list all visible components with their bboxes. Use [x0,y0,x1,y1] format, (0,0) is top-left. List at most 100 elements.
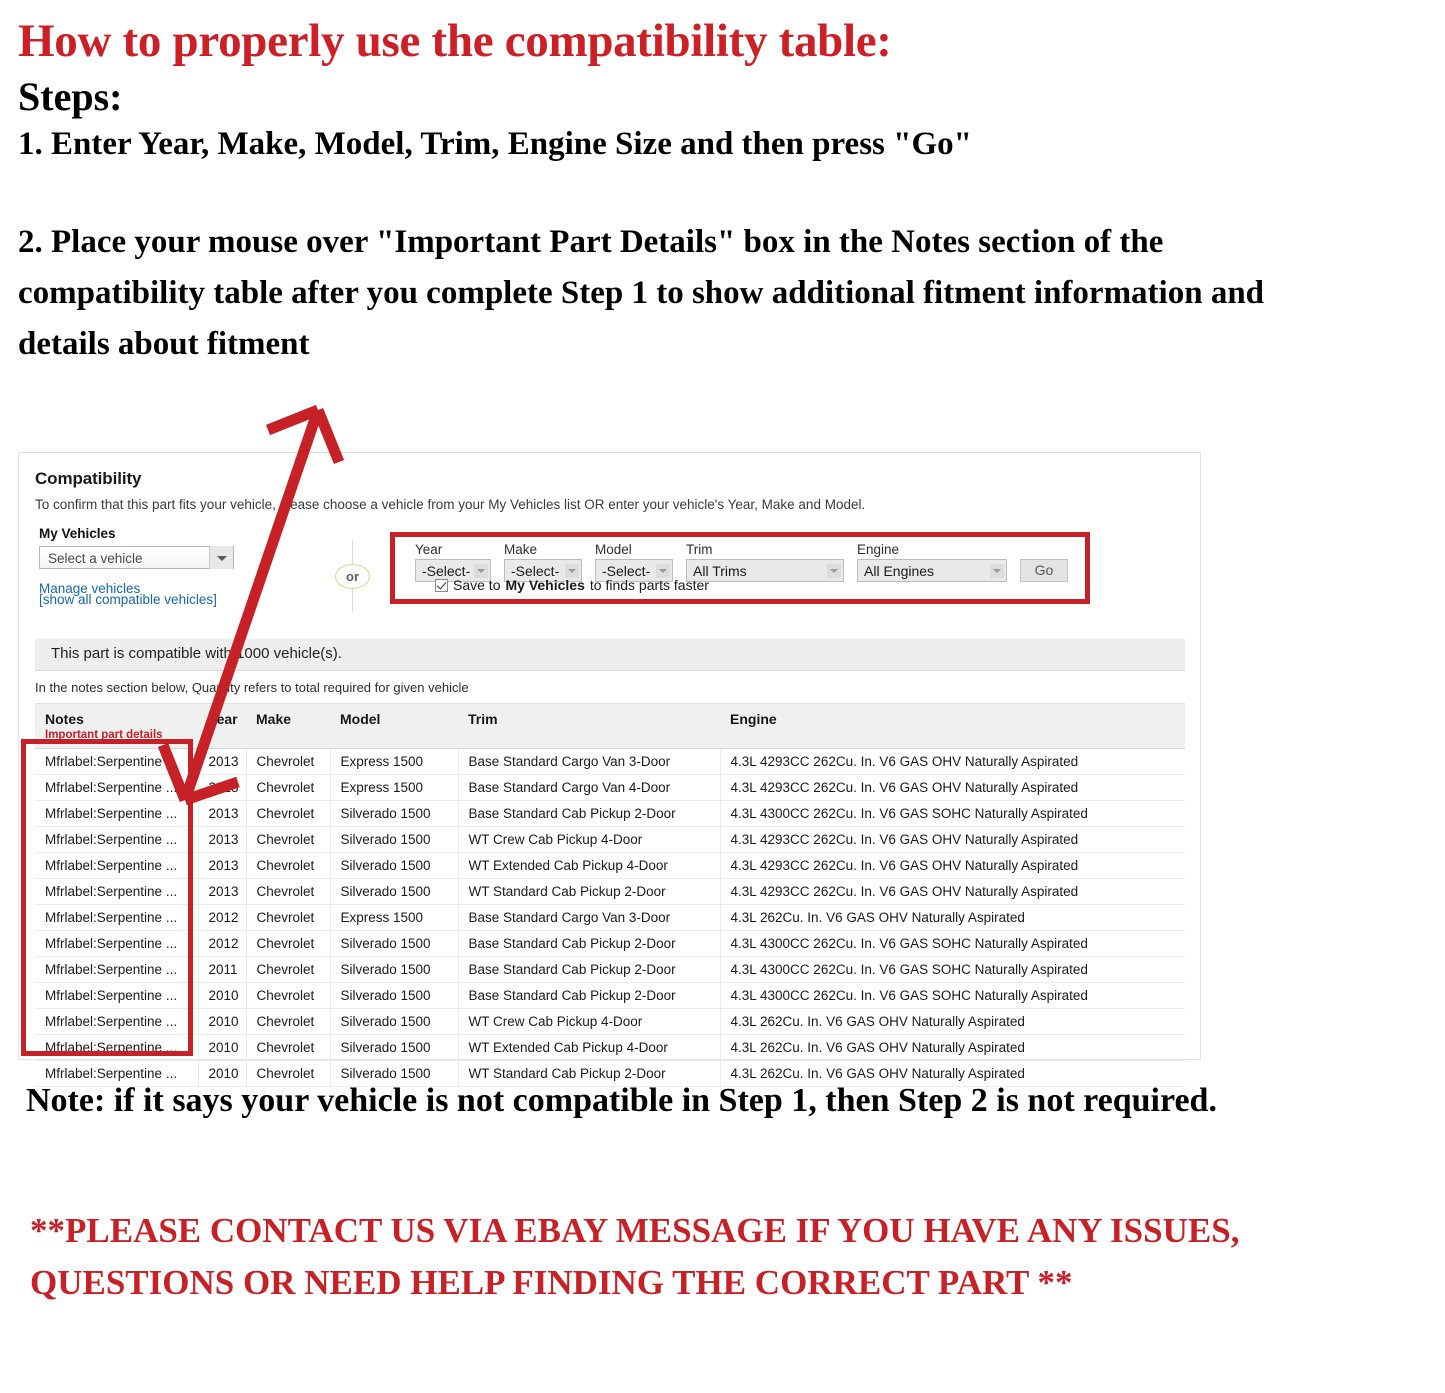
cell-year: 2013 [197,878,246,905]
cell-trim: Base Standard Cab Pickup 2-Door [457,956,720,983]
trim-select[interactable]: All Trims [686,559,844,582]
col-header-notes-label: Notes [45,711,84,727]
cell-engine: 4.3L 4293CC 262Cu. In. V6 GAS OHV Natura… [719,774,1185,801]
engine-label: Engine [857,542,900,557]
cell-engine: 4.3L 262Cu. In. V6 GAS OHV Naturally Asp… [719,1008,1185,1035]
cell-trim: WT Standard Cab Pickup 2-Door [457,878,720,905]
save-bold-label: My Vehicles [505,577,585,593]
save-suffix-label: to finds parts faster [589,577,709,593]
cell-make: Chevrolet [245,826,330,853]
table-row: Mfrlabel:Serpentine ... 2013 Chevrolet Expr… [35,774,1185,801]
cell-notes[interactable]: Mfrlabel:Serpentine ... [35,904,198,931]
table-row: Mfrlabel:Serpentine ... 2013 Chevrolet Silv… [35,852,1185,879]
col-header-notes[interactable]: Notes Important part details [35,703,198,749]
table-row: Mfrlabel:Serpentine ... 2010 Chevrolet Silv… [35,1008,1185,1035]
compatibility-panel: Compatibility To confirm that this part … [18,452,1201,1087]
step-2-text: 2. Place your mouse over "Important Part… [18,224,1265,363]
cell-model: Express 1500 [329,904,458,931]
table-row: Mfrlabel:Serpentine ... 2013 Chevrolet Silv… [35,826,1185,853]
cell-make: Chevrolet [245,1008,330,1035]
cell-trim: Base Standard Cargo Van 3-Door [457,904,720,931]
cell-notes[interactable]: Mfrlabel:Serpentine ... [35,930,198,957]
cell-trim: WT Crew Cab Pickup 4-Door [457,1008,720,1035]
cell-trim: WT Crew Cab Pickup 4-Door [457,826,720,853]
cell-notes[interactable]: Mfrlabel:Serpentine ... [35,1008,198,1035]
cell-model: Express 1500 [329,748,458,775]
cell-notes[interactable]: Mfrlabel:Serpentine ... [35,800,198,827]
compatibility-heading: Compatibility [35,469,142,488]
cell-year: 2011 [197,956,246,983]
cell-notes[interactable]: Mfrlabel:Serpentine ... [35,774,198,801]
cell-year: 2010 [197,1034,246,1061]
cell-make: Chevrolet [245,956,330,983]
make-label: Make [504,542,538,557]
save-to-my-vehicles-row[interactable]: Save to My Vehicles to finds parts faste… [435,577,709,593]
cell-engine: 4.3L 262Cu. In. V6 GAS OHV Naturally Asp… [719,1034,1185,1061]
compatible-count-banner: This part is compatible with 1000 vehicl… [35,639,1185,671]
year-field: Year -Select- [415,542,491,582]
cell-year: 2013 [197,774,246,801]
my-vehicles-select[interactable]: Select a vehicle [39,546,234,569]
engine-select[interactable]: All Engines [857,559,1007,582]
cell-make: Chevrolet [245,748,330,775]
col-header-year[interactable]: Year [198,703,246,749]
cell-trim: WT Extended Cab Pickup 4-Door [457,1034,720,1061]
cell-make: Chevrolet [245,852,330,879]
col-header-notes-sublabel: Important part details [45,729,163,741]
table-row: Mfrlabel:Serpentine ... 2010 Chevrolet Silv… [35,1034,1185,1061]
cell-year: 2013 [197,826,246,853]
table-row: Mfrlabel:Serpentine ... 2012 Chevrolet Silv… [35,930,1185,957]
chevron-down-icon [209,546,233,569]
go-button[interactable]: Go [1020,559,1068,582]
cell-engine: 4.3L 4300CC 262Cu. In. V6 GAS SOHC Natur… [719,956,1185,983]
table-row: Mfrlabel:Serpentine ... 2012 Chevrolet Expr… [35,904,1185,931]
cell-engine: 4.3L 4293CC 262Cu. In. V6 GAS OHV Natura… [719,878,1185,905]
cell-model: Express 1500 [329,774,458,801]
cell-notes[interactable]: Mfrlabel:Serpentine ... [35,852,198,879]
cell-notes[interactable]: Mfrlabel:Serpentine ... [35,982,198,1009]
table-row: Mfrlabel:Serpentine ... 2013 Chevrolet Silv… [35,800,1185,827]
cell-engine: 4.3L 262Cu. In. V6 GAS OHV Naturally Asp… [719,904,1185,931]
show-all-compatible-vehicles-link[interactable]: [show all compatible vehicles] [39,592,217,607]
compatibility-subheading: To confirm that this part fits your vehi… [35,497,866,512]
vehicle-finder-fields: Year -Select- Make -Select- Model -Selec… [415,542,1068,582]
table-row: Mfrlabel:Serpentine ... 2013 Chevrolet Expr… [35,748,1185,775]
chevron-down-icon [990,564,1004,578]
cell-notes[interactable]: Mfrlabel:Serpentine ... [35,826,198,853]
cell-year: 2013 [197,800,246,827]
table-row: Mfrlabel:Serpentine ... 2010 Chevrolet Silv… [35,982,1185,1009]
col-header-engine[interactable]: Engine [720,703,1185,749]
save-to-my-vehicles-checkbox[interactable] [435,578,448,592]
cell-model: Silverado 1500 [329,800,458,827]
col-header-model[interactable]: Model [330,703,458,749]
cell-year: 2010 [197,1008,246,1035]
chevron-down-icon [827,564,841,578]
cell-notes[interactable]: Mfrlabel:Serpentine ... [35,1034,198,1061]
cell-make: Chevrolet [245,982,330,1009]
save-prefix-label: Save to [453,577,501,593]
steps-label: Steps: [18,73,123,119]
cell-notes[interactable]: Mfrlabel:Serpentine ... [35,956,198,983]
chevron-down-icon [656,564,670,578]
cell-engine: 4.3L 4293CC 262Cu. In. V6 GAS OHV Natura… [719,826,1185,853]
my-vehicles-block: My Vehicles Select a vehicle Manage vehi… [39,526,269,596]
cell-notes[interactable]: Mfrlabel:Serpentine ... [35,878,198,905]
cell-model: Silverado 1500 [329,826,458,853]
cell-model: Silverado 1500 [329,878,458,905]
step-1-text: 1. Enter Year, Make, Model, Trim, Engine… [18,125,972,162]
cell-year: 2013 [197,748,246,775]
model-field: Model -Select- [595,542,673,582]
model-label: Model [595,542,632,557]
footer-contact-text: **PLEASE CONTACT US VIA EBAY MESSAGE IF … [30,1211,1240,1302]
cell-make: Chevrolet [245,774,330,801]
cell-notes[interactable]: Mfrlabel:Serpentine ... [35,748,198,775]
cell-engine: 4.3L 4293CC 262Cu. In. V6 GAS OHV Natura… [719,748,1185,775]
cell-make: Chevrolet [245,878,330,905]
col-header-trim[interactable]: Trim [458,703,720,749]
cell-year: 2012 [197,904,246,931]
cell-trim: Base Standard Cargo Van 3-Door [457,748,720,775]
col-header-make[interactable]: Make [246,703,330,749]
cell-engine: 4.3L 4300CC 262Cu. In. V6 GAS SOHC Natur… [719,982,1185,1009]
cell-year: 2012 [197,930,246,957]
cell-trim: WT Extended Cab Pickup 4-Door [457,852,720,879]
